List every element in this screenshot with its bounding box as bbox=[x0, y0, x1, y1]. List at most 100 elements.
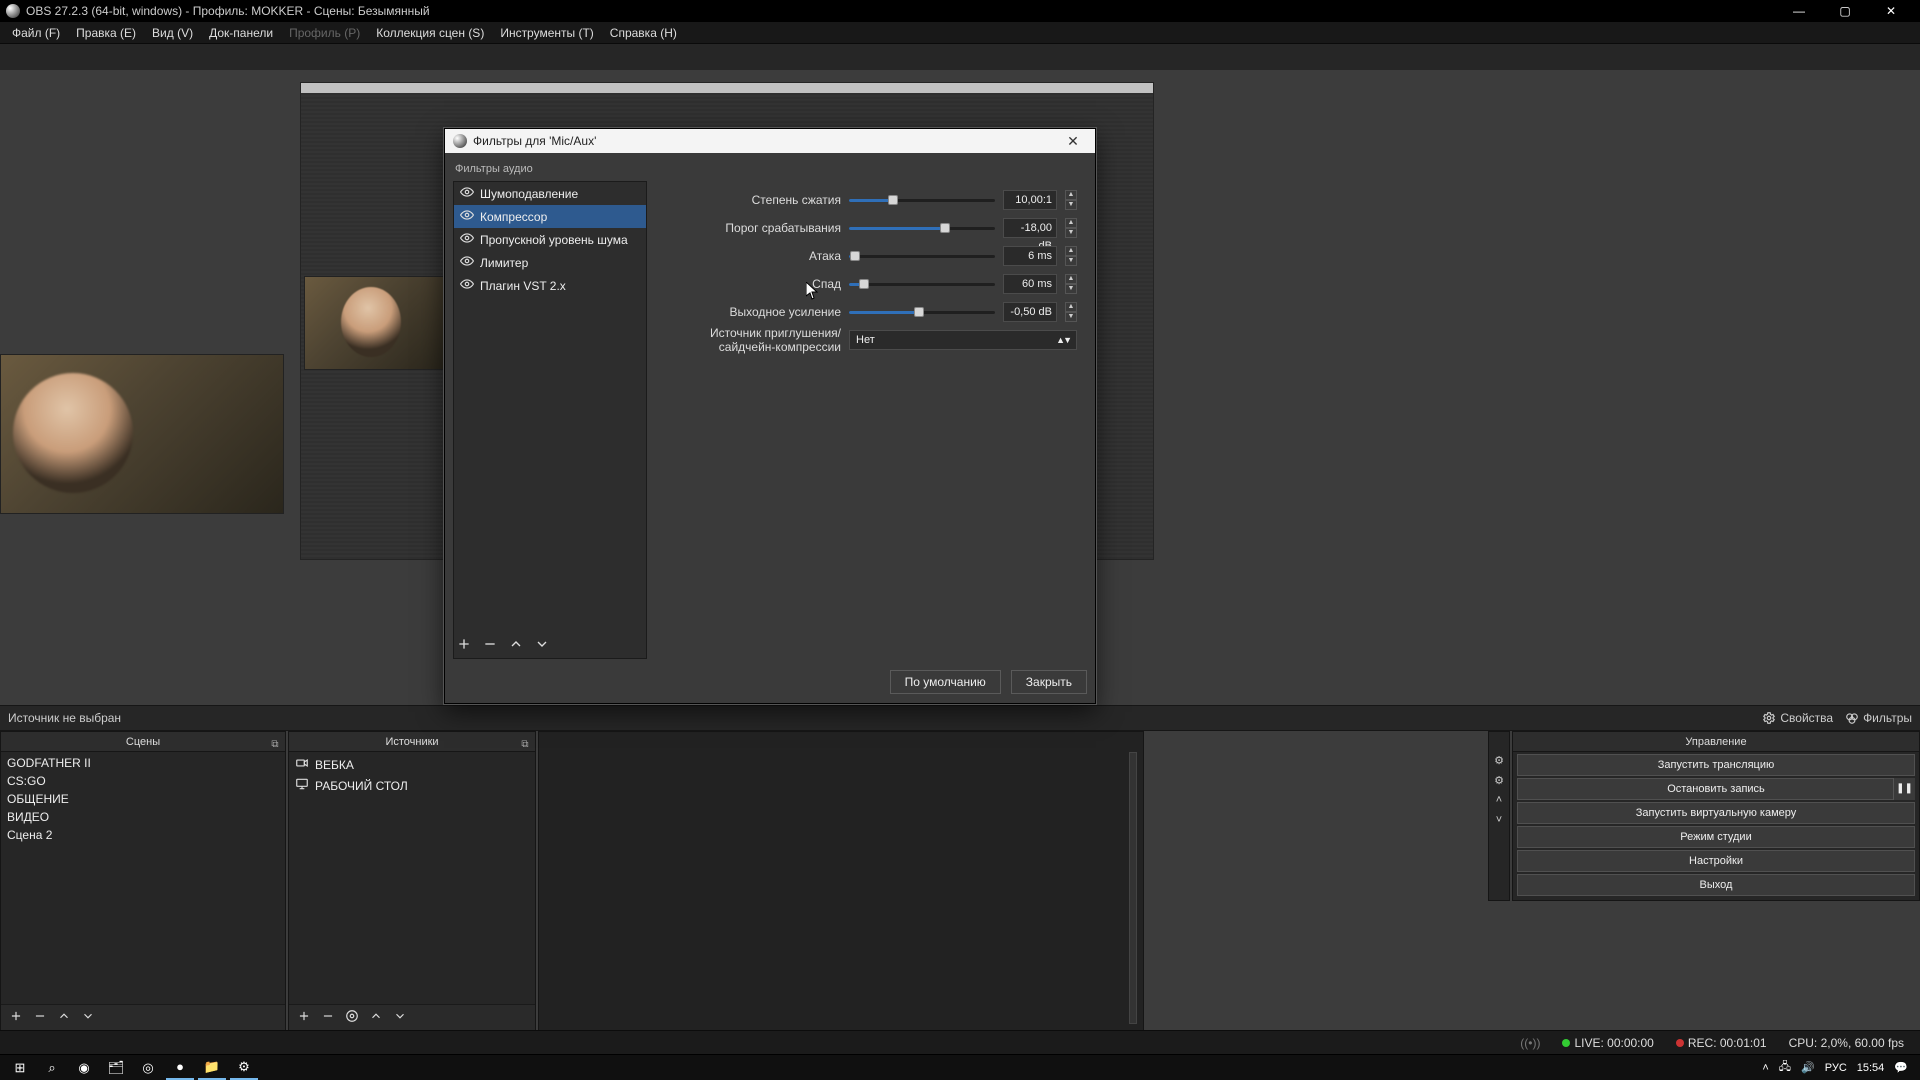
control-button[interactable]: Настройки bbox=[1517, 850, 1915, 872]
filter-down-button[interactable] bbox=[534, 636, 550, 655]
monitor-icon bbox=[295, 777, 309, 794]
scene-item[interactable]: Сцена 2 bbox=[1, 826, 285, 844]
sidechain-select[interactable]: Нет▲▼ bbox=[849, 330, 1077, 350]
param-value[interactable]: -18,00 dB bbox=[1003, 218, 1057, 238]
filter-item[interactable]: Шумоподавление bbox=[454, 182, 646, 205]
dialog-titlebar[interactable]: Фильтры для 'Mic/Aux' ✕ bbox=[445, 129, 1095, 153]
properties-button[interactable]: Свойства bbox=[1762, 711, 1833, 725]
tray-notifications-icon[interactable]: 💬 bbox=[1894, 1061, 1908, 1074]
param-slider[interactable] bbox=[849, 221, 995, 235]
search-button[interactable]: ⌕ bbox=[38, 1056, 66, 1080]
popout-icon[interactable]: ⧉ bbox=[269, 735, 281, 747]
chevron-down-icon[interactable]: ˅ bbox=[1491, 814, 1507, 830]
source-down-button[interactable] bbox=[393, 1009, 407, 1026]
dialog-close-button[interactable]: ✕ bbox=[1059, 133, 1087, 150]
edge-icon[interactable]: ◉ bbox=[70, 1056, 98, 1080]
source-item[interactable]: ВЕБКА bbox=[289, 754, 535, 775]
settings-taskbar-icon[interactable]: ⚙ bbox=[230, 1056, 258, 1080]
source-props-button[interactable] bbox=[345, 1009, 359, 1026]
scene-item[interactable]: GODFATHER II bbox=[1, 754, 285, 772]
scenes-list[interactable]: GODFATHER IICS:GOОБЩЕНИЕВИДЕОСцена 2 bbox=[1, 752, 285, 1004]
scene-up-button[interactable] bbox=[57, 1009, 71, 1026]
filter-item[interactable]: Пропускной уровень шума bbox=[454, 228, 646, 251]
tray-network-icon[interactable]: 🖧 bbox=[1779, 1058, 1791, 1077]
gear-icon[interactable]: ⚙ bbox=[1491, 774, 1507, 790]
pause-icon[interactable]: ❚❚ bbox=[1893, 778, 1915, 800]
control-button[interactable]: Запустить виртуальную камеру bbox=[1517, 802, 1915, 824]
add-source-button[interactable] bbox=[297, 1009, 311, 1026]
control-button[interactable]: Выход bbox=[1517, 874, 1915, 896]
source-item[interactable]: РАБОЧИЙ СТОЛ bbox=[289, 775, 535, 796]
tray-volume-icon[interactable]: 🔊 bbox=[1801, 1061, 1815, 1074]
eye-icon[interactable] bbox=[460, 277, 474, 294]
menu-справка[interactable]: Справка (H) bbox=[602, 24, 685, 42]
param-value[interactable]: 10,00:1 bbox=[1003, 190, 1057, 210]
param-spinner[interactable]: ▲▼ bbox=[1065, 246, 1077, 266]
system-tray[interactable]: ˄ 🖧 🔊 РУС 15:54 💬 bbox=[1762, 1058, 1914, 1077]
menu-вид[interactable]: Вид (V) bbox=[144, 24, 201, 42]
tray-chevron-icon[interactable]: ˄ bbox=[1762, 1062, 1768, 1074]
menu-коллекция[interactable]: Коллекция сцен (S) bbox=[368, 24, 492, 42]
eye-icon[interactable] bbox=[460, 185, 474, 202]
param-spinner[interactable]: ▲▼ bbox=[1065, 190, 1077, 210]
window-title: OBS 27.2.3 (64-bit, windows) - Профиль: … bbox=[26, 4, 430, 18]
close-button[interactable]: ✕ bbox=[1868, 0, 1914, 22]
add-filter-button[interactable] bbox=[456, 636, 472, 655]
menu-док-панели[interactable]: Док-панели bbox=[201, 24, 281, 42]
filter-item[interactable]: Компрессор bbox=[454, 205, 646, 228]
sources-list[interactable]: ВЕБКАРАБОЧИЙ СТОЛ bbox=[289, 752, 535, 1004]
menu-правка[interactable]: Правка (E) bbox=[68, 24, 144, 42]
scene-item[interactable]: CS:GO bbox=[1, 772, 285, 790]
explorer-icon[interactable]: 🗂 bbox=[102, 1056, 130, 1080]
scene-item[interactable]: ВИДЕО bbox=[1, 808, 285, 826]
filter-icon bbox=[1845, 711, 1859, 725]
filter-item[interactable]: Плагин VST 2.x bbox=[454, 274, 646, 297]
param-spinner[interactable]: ▲▼ bbox=[1065, 274, 1077, 294]
control-button[interactable]: Запустить трансляцию bbox=[1517, 754, 1915, 776]
taskbar[interactable]: ⊞ ⌕ ◉ 🗂 ◎ ● 📁 ⚙ ˄ 🖧 🔊 РУС 15:54 💬 bbox=[0, 1054, 1920, 1080]
start-button[interactable]: ⊞ bbox=[6, 1056, 34, 1080]
menu-инструменты[interactable]: Инструменты (T) bbox=[492, 24, 601, 42]
dialog-buttons: По умолчанию Закрыть bbox=[445, 667, 1095, 703]
filters-button[interactable]: Фильтры bbox=[1845, 711, 1912, 725]
filter-up-button[interactable] bbox=[508, 636, 524, 655]
filter-list[interactable]: ШумоподавлениеКомпрессорПропускной урове… bbox=[454, 182, 646, 632]
source-up-button[interactable] bbox=[369, 1009, 383, 1026]
remove-source-button[interactable] bbox=[321, 1009, 335, 1026]
scene-down-button[interactable] bbox=[81, 1009, 95, 1026]
popout-icon[interactable]: ⧉ bbox=[519, 735, 531, 747]
folder-taskbar-icon[interactable]: 📁 bbox=[198, 1056, 226, 1080]
chevron-up-icon[interactable]: ˄ bbox=[1491, 794, 1507, 810]
obs-taskbar-icon[interactable]: ● bbox=[166, 1056, 194, 1080]
maximize-button[interactable]: ▢ bbox=[1822, 0, 1868, 22]
param-value[interactable]: -0,50 dB bbox=[1003, 302, 1057, 322]
minimize-button[interactable]: — bbox=[1776, 0, 1822, 22]
param-value[interactable]: 60 ms bbox=[1003, 274, 1057, 294]
tray-time[interactable]: 15:54 bbox=[1857, 1062, 1885, 1074]
remove-scene-button[interactable] bbox=[33, 1009, 47, 1026]
add-scene-button[interactable] bbox=[9, 1009, 23, 1026]
filter-item[interactable]: Лимитер bbox=[454, 251, 646, 274]
param-slider[interactable] bbox=[849, 305, 995, 319]
param-slider[interactable] bbox=[849, 249, 995, 263]
eye-icon[interactable] bbox=[460, 254, 474, 271]
tray-lang[interactable]: РУС bbox=[1825, 1062, 1847, 1074]
eye-icon[interactable] bbox=[460, 231, 474, 248]
close-dialog-button[interactable]: Закрыть bbox=[1011, 670, 1087, 694]
control-button[interactable]: Режим студии bbox=[1517, 826, 1915, 848]
gear-icon[interactable]: ⚙ bbox=[1491, 754, 1507, 770]
scene-item[interactable]: ОБЩЕНИЕ bbox=[1, 790, 285, 808]
eye-icon[interactable] bbox=[460, 208, 474, 225]
remove-filter-button[interactable] bbox=[482, 636, 498, 655]
param-value[interactable]: 6 ms bbox=[1003, 246, 1057, 266]
param-slider[interactable] bbox=[849, 193, 995, 207]
param-spinner[interactable]: ▲▼ bbox=[1065, 218, 1077, 238]
param-spinner[interactable]: ▲▼ bbox=[1065, 302, 1077, 322]
transitions-gear-column: ⚙ ⚙ ˄ ˅ bbox=[1488, 731, 1510, 901]
defaults-button[interactable]: По умолчанию bbox=[890, 670, 1001, 694]
control-button[interactable]: Остановить запись❚❚ bbox=[1517, 778, 1915, 800]
chrome-icon[interactable]: ◎ bbox=[134, 1056, 162, 1080]
param-label: Спад bbox=[657, 277, 841, 291]
param-slider[interactable] bbox=[849, 277, 995, 291]
menu-файл[interactable]: Файл (F) bbox=[4, 24, 68, 42]
